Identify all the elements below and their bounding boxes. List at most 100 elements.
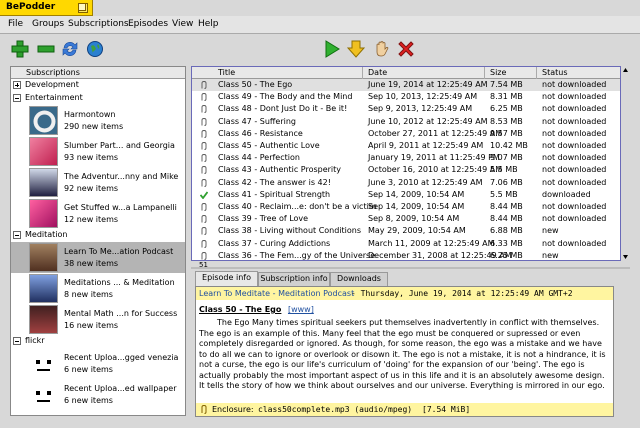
- table-row[interactable]: Class 36 - The Fem...gy of the Universe D…: [192, 250, 620, 260]
- episode-description: The Ego Many times spiritual seekers put…: [199, 318, 606, 390]
- podcast-artwork: [29, 106, 58, 135]
- group-entertainment[interactable]: Entertainment: [11, 92, 185, 105]
- cell-title: Class 37 - Curing Addictions: [218, 238, 331, 248]
- column-divider[interactable]: [362, 67, 363, 79]
- column-title[interactable]: Title: [218, 68, 235, 77]
- menu-episodes[interactable]: Episodes: [128, 19, 168, 29]
- column-divider[interactable]: [484, 67, 485, 79]
- subscription-title: Mental Math ...n for Success: [64, 309, 178, 318]
- cell-date: Sep 14, 2009, 10:54 AM: [368, 189, 465, 199]
- menu-subscriptions[interactable]: Subscriptions: [68, 19, 129, 29]
- subscription-item-meditations[interactable]: Meditations ... & Meditation 8 new items: [11, 273, 185, 304]
- paperclip-icon: [201, 117, 207, 126]
- column-date[interactable]: Date: [368, 68, 387, 77]
- cell-status: not downloaded: [542, 165, 607, 175]
- cell-size: 8.44 MB: [490, 202, 523, 211]
- expand-icon[interactable]: [13, 81, 21, 89]
- download-button[interactable]: [346, 39, 366, 59]
- group-development[interactable]: Development: [11, 79, 185, 92]
- paperclip-icon: [201, 215, 207, 224]
- splitter[interactable]: [191, 263, 630, 269]
- subscription-title: Get Stuffed w...a Lampanelli: [64, 203, 177, 212]
- enclosure-size: [7.54 MiB]: [422, 405, 471, 414]
- table-row[interactable]: Class 47 - Suffering June 10, 2012 at 12:…: [192, 116, 620, 128]
- cell-title: Class 39 - Tree of Love: [218, 214, 309, 224]
- cell-date: Sep 8, 2009, 10:54 AM: [368, 214, 460, 224]
- table-row[interactable]: Class 43 - Authentic Prosperity October 1…: [192, 164, 620, 176]
- subscriptions-header[interactable]: Subscriptions: [11, 67, 185, 79]
- subscription-title: The Adventur...nny and Mike: [64, 172, 179, 181]
- episodes-scrollbar[interactable]: [621, 66, 630, 261]
- table-row[interactable]: Class 37 - Curing Addictions March 11, 20…: [192, 238, 620, 250]
- subscription-item-slumber-party[interactable]: Slumber Part... and Georgia 93 new items: [11, 136, 185, 167]
- paperclip-icon: [201, 154, 207, 163]
- play-button[interactable]: [322, 39, 342, 59]
- toolbar: [0, 34, 640, 64]
- group-meditation[interactable]: Meditation: [11, 229, 185, 242]
- cell-size: 6.25 MB: [490, 104, 523, 114]
- cell-status: not downloaded: [542, 116, 607, 126]
- cell-size: 6.25 MB: [490, 250, 523, 260]
- subscription-item-adventures[interactable]: The Adventur...nny and Mike 92 new items: [11, 167, 185, 198]
- menu-help[interactable]: Help: [198, 19, 219, 29]
- table-row[interactable]: Class 38 - Living without Conditions May …: [192, 225, 620, 237]
- column-size[interactable]: Size: [490, 68, 506, 77]
- refresh-button[interactable]: [60, 39, 80, 59]
- subscription-item-mental-math[interactable]: Mental Math ...n for Success 16 new item…: [11, 304, 185, 335]
- table-row[interactable]: Class 44 - Perfection January 19, 2011 at…: [192, 152, 620, 164]
- subscription-item-flickr-venezia[interactable]: Recent Uploa...gged venezia 6 new items: [11, 348, 185, 379]
- remove-subscription-button[interactable]: [36, 39, 56, 59]
- subscription-title: Learn To Me...ation Podcast: [64, 247, 174, 256]
- flickr-artwork: [29, 349, 58, 378]
- table-row[interactable]: Class 46 - Resistance October 27, 2011 at…: [192, 128, 620, 140]
- subscription-title: Recent Uploa...gged venezia: [64, 353, 179, 362]
- menu-groups[interactable]: Groups: [32, 19, 64, 29]
- stop-button[interactable]: [372, 39, 392, 59]
- zoom-button[interactable]: [78, 3, 88, 13]
- cell-date: April 9, 2011 at 12:25:49 AM: [368, 141, 484, 150]
- table-row[interactable]: Class 40 - Reclaim...e: don't be a victi…: [192, 201, 620, 213]
- web-button[interactable]: [85, 39, 105, 59]
- table-row[interactable]: Class 42 - The answer is 42! June 3, 2010…: [192, 177, 620, 189]
- cell-size: 8.53 MB: [490, 116, 523, 126]
- subscription-item-get-stuffed[interactable]: Get Stuffed w...a Lampanelli 12 new item…: [11, 198, 185, 229]
- add-subscription-button[interactable]: [10, 39, 30, 59]
- column-status[interactable]: Status: [542, 68, 568, 77]
- table-row[interactable]: Class 41 - Spiritual Strength Sep 14, 200…: [192, 189, 620, 201]
- cell-title: Class 49 - The Body and the Mind: [218, 92, 353, 102]
- delete-button[interactable]: [396, 39, 416, 59]
- tab-downloads[interactable]: Downloads: [330, 272, 388, 286]
- subscription-item-harmontown[interactable]: Harmontown 290 new items: [11, 105, 185, 136]
- table-row[interactable]: Class 50 - The Ego June 19, 2014 at 12:25…: [192, 79, 620, 91]
- tab-episode-info[interactable]: Episode info: [195, 271, 258, 286]
- subscription-item-flickr-wallpaper[interactable]: Recent Uploa...ed wallpaper 6 new items: [11, 379, 185, 410]
- podcast-name[interactable]: Learn To Meditate - Meditation Podcast: [199, 289, 354, 298]
- table-row[interactable]: Class 48 - Dont Just Do it - Be it! Sep 9…: [192, 103, 620, 115]
- group-flickr[interactable]: flickr: [11, 335, 185, 348]
- tab-subscription-info[interactable]: Subscription info: [258, 272, 330, 286]
- episodes-table[interactable]: Title Date Size Status Class 50 - The Eg…: [191, 66, 621, 261]
- podcast-artwork: [29, 243, 58, 272]
- collapse-icon[interactable]: [13, 337, 21, 345]
- window-tab[interactable]: BePodder: [0, 0, 93, 16]
- check-icon: [200, 191, 208, 199]
- table-row[interactable]: Class 45 - Authentic Love April 9, 2011 a…: [192, 140, 620, 152]
- table-row[interactable]: Class 39 - Tree of Love Sep 8, 2009, 10:5…: [192, 213, 620, 225]
- column-divider[interactable]: [536, 67, 537, 79]
- cell-size: 5.5 MB: [490, 189, 518, 199]
- paperclip-icon: [201, 105, 207, 114]
- cell-date: Sep 14, 2009, 10:54 AM: [368, 202, 465, 211]
- subscription-count: 6 new items: [64, 396, 113, 405]
- collapse-icon[interactable]: [13, 94, 21, 102]
- collapse-icon[interactable]: [13, 231, 21, 239]
- podcast-artwork: [29, 137, 58, 166]
- subscriptions-list[interactable]: Subscriptions Development Entertainment …: [10, 66, 186, 416]
- enclosure-file[interactable]: class50complete.mp3 (audio/mpeg): [258, 405, 412, 414]
- cell-date: January 19, 2011 at 11:25:49 PM: [368, 153, 500, 163]
- www-link[interactable]: [www]: [288, 305, 314, 314]
- hand-stop-icon: [376, 41, 389, 57]
- table-row[interactable]: Class 49 - The Body and the Mind Sep 10, …: [192, 91, 620, 103]
- subscription-item-learn-to-meditate[interactable]: Learn To Me...ation Podcast 38 new items: [11, 242, 185, 273]
- menu-file[interactable]: File: [8, 19, 23, 29]
- menu-view[interactable]: View: [172, 19, 193, 29]
